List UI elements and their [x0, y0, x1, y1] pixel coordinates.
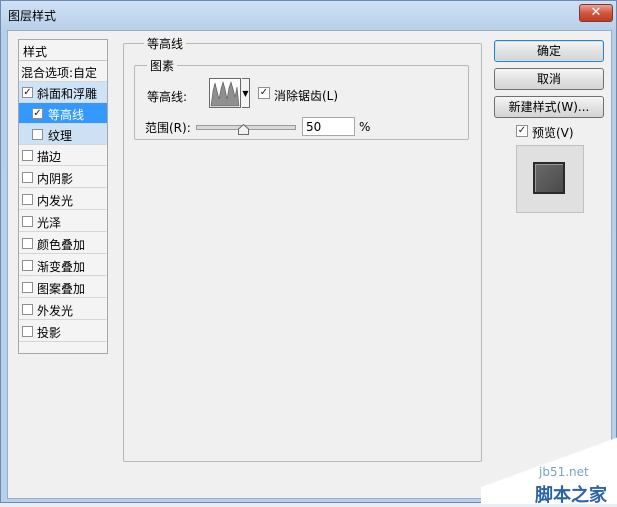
checkbox-inner-shadow[interactable]	[22, 172, 33, 183]
checkbox-color-overlay[interactable]	[22, 238, 33, 249]
list-item-label: 渐变叠加	[37, 260, 86, 274]
style-preview	[516, 145, 584, 213]
watermark-name: 脚本之家	[535, 485, 607, 506]
contour-dropdown-arrow-icon[interactable]: ▼	[242, 78, 250, 108]
list-item-label: 混合选项:自定	[21, 66, 98, 80]
checkbox-stroke[interactable]	[22, 150, 33, 161]
list-item-label: 光泽	[37, 216, 62, 230]
title-bar[interactable]: 图层样式 ✕	[1, 1, 616, 29]
list-item-label: 内阴影	[37, 172, 74, 186]
antialias-label: 消除锯齿(L)	[274, 89, 339, 103]
list-item-stroke[interactable]: 描边	[19, 145, 107, 166]
preview-checkbox[interactable]: ✓	[516, 125, 528, 137]
checkbox-contour[interactable]: ✓	[32, 108, 43, 119]
list-item-label: 内发光	[37, 194, 74, 208]
ok-button[interactable]: 确定	[494, 40, 604, 62]
list-item-label: 斜面和浮雕	[37, 87, 98, 101]
styles-header[interactable]: 样式	[19, 40, 107, 61]
checkbox-gradient-overlay[interactable]	[22, 260, 33, 271]
list-item-pattern-overlay[interactable]: 图案叠加	[19, 277, 107, 298]
new-style-button[interactable]: 新建样式(W)...	[494, 96, 604, 118]
site-watermark: jb51.net 脚本之家	[481, 419, 617, 506]
list-item-color-overlay[interactable]: 颜色叠加	[19, 233, 107, 254]
styles-list: 样式 混合选项:自定 ✓ 斜面和浮雕 ✓ 等高线 纹理 描边 内阴影 内发光 光…	[18, 39, 108, 354]
window-title: 图层样式	[8, 9, 57, 23]
styles-header-label: 样式	[23, 45, 48, 59]
list-item-label: 投影	[37, 326, 62, 340]
range-input[interactable]: 50	[302, 117, 355, 136]
list-item-label: 图案叠加	[37, 282, 86, 296]
list-item-inner-glow[interactable]: 内发光	[19, 189, 107, 210]
contour-curve-icon	[210, 79, 240, 107]
list-item-outer-glow[interactable]: 外发光	[19, 299, 107, 320]
contour-label: 等高线:	[147, 90, 188, 104]
contour-group: 等高线 图素 等高线: ▼ ✓ 消除锯齿(L) 范围(R): 50 %	[123, 35, 482, 462]
checkbox-drop-shadow[interactable]	[22, 326, 33, 337]
checkbox-outer-glow[interactable]	[22, 304, 33, 315]
list-item-label: 等高线	[48, 108, 85, 122]
list-item-texture[interactable]: 纹理	[19, 124, 107, 145]
watermark-site: jb51.net	[539, 465, 589, 479]
list-item-label: 颜色叠加	[37, 238, 86, 252]
list-item-bevel-emboss[interactable]: ✓ 斜面和浮雕	[19, 82, 107, 103]
layer-style-dialog: 图层样式 ✕ 样式 混合选项:自定 ✓ 斜面和浮雕 ✓ 等高线 纹理 描边 内阴…	[0, 0, 617, 506]
range-label: 范围(R):	[145, 121, 191, 135]
list-item-label: 纹理	[48, 129, 73, 143]
list-item-label: 描边	[37, 150, 62, 164]
antialias-checkbox[interactable]: ✓	[258, 87, 270, 99]
list-item-inner-shadow[interactable]: 内阴影	[19, 167, 107, 188]
list-item-gradient-overlay[interactable]: 渐变叠加	[19, 255, 107, 276]
elements-group-title: 图素	[147, 57, 178, 74]
list-item-satin[interactable]: 光泽	[19, 211, 107, 232]
checkbox-pattern-overlay[interactable]	[22, 282, 33, 293]
checkbox-satin[interactable]	[22, 216, 33, 227]
list-item-drop-shadow[interactable]: 投影	[19, 321, 107, 342]
range-slider-thumb[interactable]	[238, 124, 249, 135]
close-button[interactable]: ✕	[579, 4, 613, 22]
list-item-blending-options[interactable]: 混合选项:自定	[19, 61, 107, 82]
checkbox-texture[interactable]	[32, 129, 43, 140]
range-unit: %	[359, 120, 371, 134]
checkbox-inner-glow[interactable]	[22, 194, 33, 205]
contour-picker[interactable]	[209, 78, 241, 108]
preview-label: 预览(V)	[532, 126, 574, 140]
checkbox-bevel-emboss[interactable]: ✓	[22, 87, 33, 98]
elements-group: 图素 等高线: ▼ ✓ 消除锯齿(L) 范围(R): 50 %	[134, 57, 469, 140]
contour-group-title: 等高线	[144, 35, 187, 52]
list-item-contour[interactable]: ✓ 等高线	[19, 103, 107, 124]
preview-swatch	[533, 162, 565, 194]
list-item-label: 外发光	[37, 304, 74, 318]
cancel-button[interactable]: 取消	[494, 68, 604, 90]
